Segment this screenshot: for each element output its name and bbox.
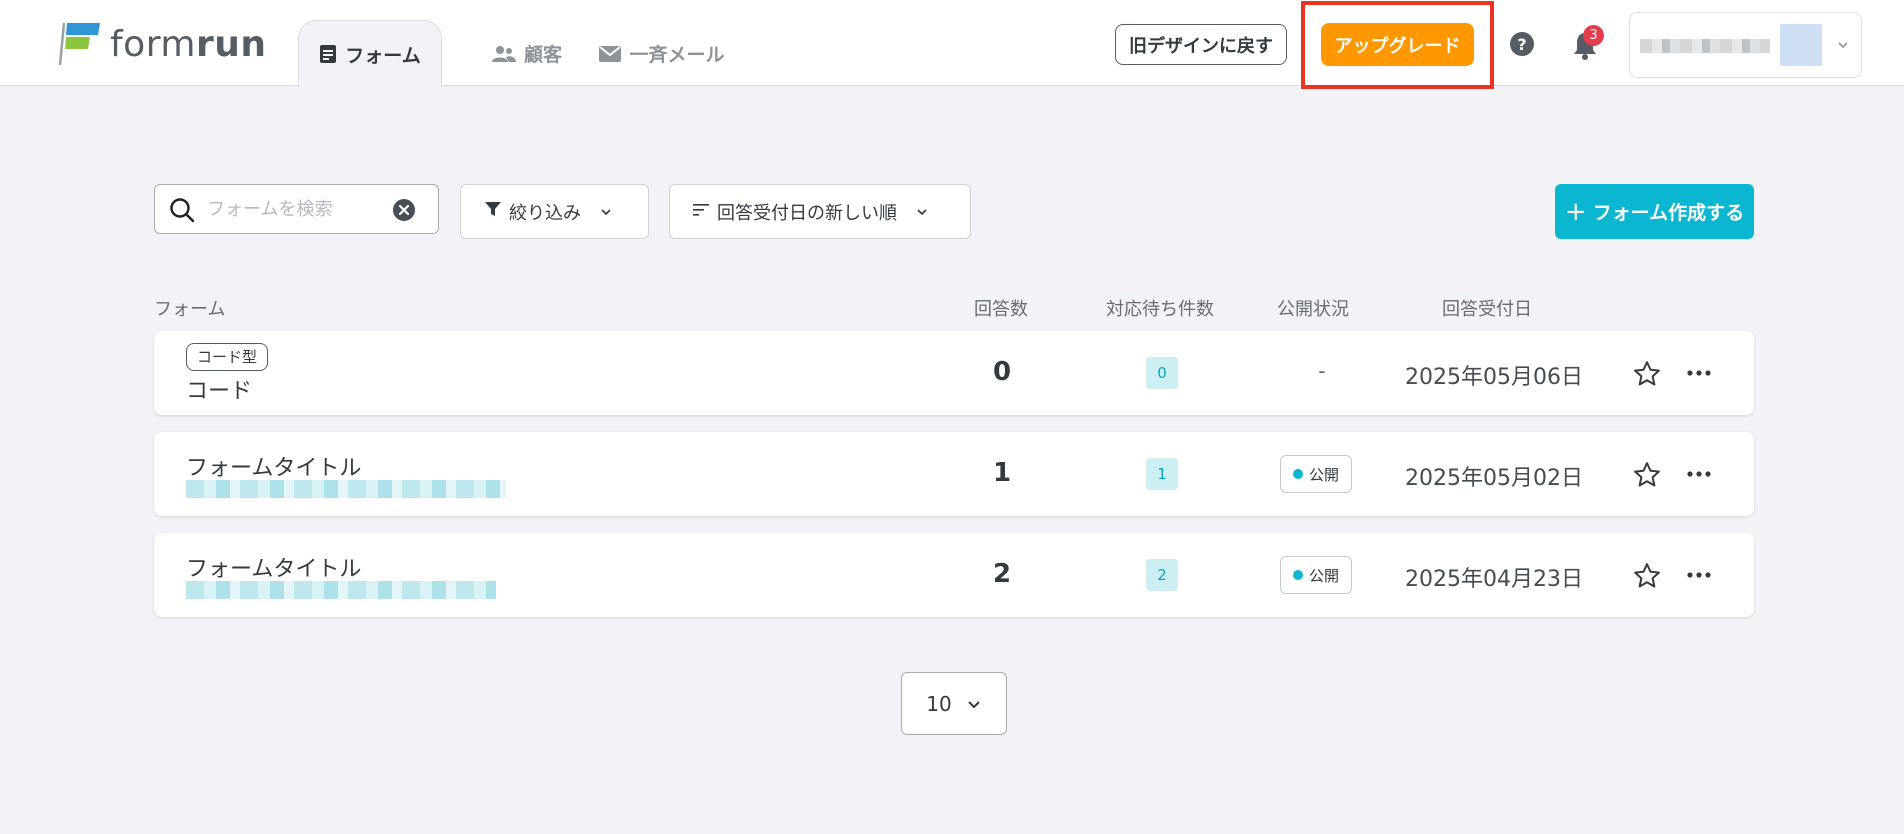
column-header-status: 公開状況 [1277,299,1349,320]
upgrade-button[interactable]: アップグレード [1321,23,1474,66]
page-size-value: 10 [926,691,952,716]
sort-lines-icon [693,201,709,222]
filter-funnel-icon [485,201,501,222]
column-header-date: 回答受付日 [1442,299,1532,320]
status-dot [1292,570,1303,580]
more-options-icon[interactable] [1686,563,1712,591]
publish-status: 公開 [1308,566,1339,585]
filter-label: 絞り込み [509,202,581,224]
status-dot [1292,469,1303,479]
received-date: 2025年05月06日 [1405,365,1583,390]
filter-dropdown[interactable]: 絞り込み [460,184,649,239]
create-form-label: フォーム作成する [1592,202,1745,224]
publish-status: 公開 [1308,465,1339,484]
pending-count-badge: 1 [1146,458,1178,490]
document-icon [319,44,337,64]
received-date: 2025年04月23日 [1405,567,1583,592]
response-count: 0 [992,357,1012,387]
form-title[interactable]: コード [186,373,252,405]
account-menu[interactable] [1629,12,1862,78]
chevron-down-icon [1836,37,1850,56]
column-header-count: 回答数 [974,299,1028,320]
more-options-icon[interactable] [1686,462,1712,490]
page-size-select[interactable]: 10 [901,672,1007,735]
plus-icon: + [1564,196,1587,227]
old-design-button[interactable]: 旧デザインに戻す [1115,24,1287,65]
tab-bulk-mail[interactable]: 一斉メール [592,20,732,87]
form-title[interactable]: フォームタイトル [186,450,361,482]
chevron-down-icon [966,696,982,712]
chevron-down-icon [599,205,613,219]
search-box [154,184,439,234]
publish-status: - [1318,359,1326,383]
pending-count-badge: 2 [1146,559,1178,591]
table-row[interactable]: フォームタイトル 1 1 公開 2025年05月02日 [154,432,1754,516]
form-url-blurred [186,480,506,498]
tab-forms-label: フォーム [345,44,421,67]
response-count: 1 [992,458,1012,488]
response-count: 2 [992,559,1012,589]
star-icon[interactable] [1632,460,1662,494]
mail-icon [599,45,622,62]
help-icon[interactable]: ? [1509,31,1535,57]
account-name-blurred [1640,39,1770,53]
tab-bulk-mail-label: 一斉メール [629,44,725,66]
tab-forms[interactable]: フォーム [298,20,442,87]
table-row[interactable]: フォームタイトル 2 2 公開 2025年04月23日 [154,533,1754,617]
users-icon [491,45,516,63]
chevron-down-icon [915,205,929,219]
search-icon [169,197,195,227]
publish-status-badge: 公開 [1280,455,1352,493]
search-input[interactable] [207,195,387,223]
avatar [1780,24,1822,66]
table-row[interactable]: コード型 コード 0 0 - 2025年05月06日 [154,331,1754,415]
clear-search-icon[interactable] [392,198,416,226]
logo-text: formrun [110,23,267,65]
top-header: formrun フォーム 顧客 一斉メール 旧デザインに戻す アップグレード ?… [0,0,1904,89]
column-header-form: フォーム [154,299,226,320]
star-icon[interactable] [1632,359,1662,393]
svg-text:?: ? [1517,35,1526,54]
create-form-button[interactable]: + フォーム作成する [1555,184,1754,239]
publish-status-badge: 公開 [1280,556,1352,594]
pending-count-badge: 0 [1146,357,1178,389]
received-date: 2025年05月02日 [1405,466,1583,491]
flag-logo-icon [58,22,100,66]
form-type-tag: コード型 [186,343,269,371]
sort-dropdown[interactable]: 回答受付日の新しい順 [669,184,971,239]
sort-label: 回答受付日の新しい順 [717,202,897,224]
form-title[interactable]: フォームタイトル [186,551,361,583]
more-options-icon[interactable] [1686,361,1712,389]
notification-badge: 3 [1583,25,1604,46]
column-header-pending: 対応待ち件数 [1106,299,1214,320]
formrun-logo[interactable]: formrun [58,20,266,68]
form-url-blurred [186,581,496,599]
star-icon[interactable] [1632,561,1662,595]
tab-customers-label: 顧客 [523,44,562,66]
tab-customers[interactable]: 顧客 [472,20,582,87]
